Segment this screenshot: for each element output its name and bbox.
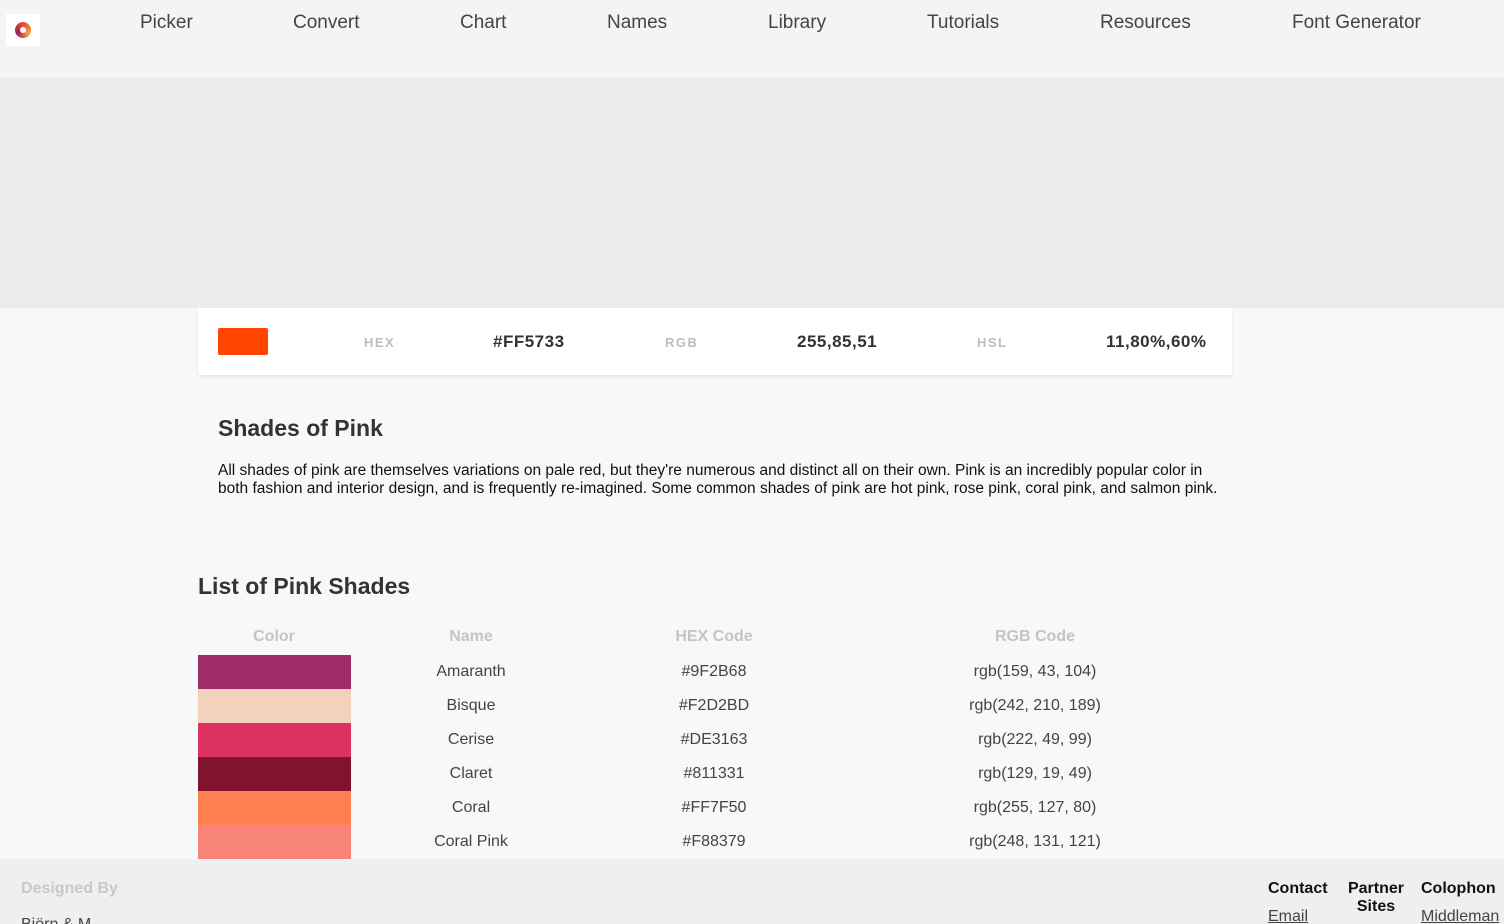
- shade-rgb: rgb(222, 49, 99): [978, 731, 1092, 748]
- hex-value: #FF5733: [493, 332, 565, 351]
- table-row[interactable]: Coral #FF7F50 rgb(255, 127, 80): [198, 791, 1198, 825]
- shade-hex: #DE3163: [680, 731, 748, 748]
- footer-email-link[interactable]: Email: [1268, 908, 1308, 924]
- nav-convert[interactable]: Convert: [293, 12, 360, 34]
- footer-partner-sites-heading: Partner Sites: [1347, 880, 1405, 915]
- shade-name: Coral Pink: [434, 833, 508, 850]
- color-swatch: [198, 689, 351, 723]
- shades-description: All shades of pink are themselves variat…: [218, 462, 1218, 497]
- shade-hex: #9F2B68: [681, 663, 747, 680]
- col-header-hex: HEX Code: [675, 628, 753, 645]
- shade-name: Claret: [449, 765, 493, 782]
- ad-banner: [0, 78, 1504, 308]
- designed-by-label: Designed By: [21, 880, 118, 897]
- table-row[interactable]: Cerise #DE3163 rgb(222, 49, 99): [198, 723, 1198, 757]
- logo-icon: [15, 22, 31, 38]
- footer-contact-heading: Contact: [1268, 880, 1328, 897]
- footer-middleman-link[interactable]: Middleman: [1421, 908, 1499, 924]
- shade-hex: #F2D2BD: [678, 697, 750, 714]
- shade-hex: #F88379: [682, 833, 746, 850]
- shades-list-heading: List of Pink Shades: [198, 573, 411, 599]
- color-swatch: [198, 723, 351, 757]
- nav-library[interactable]: Library: [768, 12, 826, 34]
- shade-hex: #FF7F50: [681, 799, 747, 816]
- shade-rgb: rgb(248, 131, 121): [969, 833, 1101, 850]
- rgb-value: 255,85,51: [797, 332, 878, 351]
- shades-heading: Shades of Pink: [218, 415, 383, 441]
- shade-rgb: rgb(255, 127, 80): [973, 799, 1097, 816]
- nav-font-generator[interactable]: Font Generator: [1292, 12, 1421, 34]
- nav-resources[interactable]: Resources: [1100, 12, 1191, 34]
- color-swatch: [198, 655, 351, 689]
- footer-colophon-heading: Colophon: [1421, 880, 1496, 897]
- site-logo[interactable]: [6, 14, 40, 46]
- table-row[interactable]: Amaranth #9F2B68 rgb(159, 43, 104): [198, 655, 1198, 689]
- color-swatch: [198, 757, 351, 791]
- rgb-label: RGB: [665, 335, 699, 350]
- col-header-name: Name: [449, 628, 493, 645]
- shade-name: Bisque: [446, 697, 496, 714]
- nav-names[interactable]: Names: [607, 12, 667, 34]
- nav-tutorials[interactable]: Tutorials: [927, 12, 999, 34]
- shade-name: Amaranth: [436, 663, 506, 680]
- color-swatch: [198, 791, 351, 825]
- top-navigation: Picker Convert Chart Names Library Tutor…: [0, 0, 1504, 78]
- designer-name[interactable]: Björn & M...: [21, 916, 105, 924]
- nav-picker[interactable]: Picker: [140, 12, 193, 34]
- shade-name: Cerise: [447, 731, 495, 748]
- shade-rgb: rgb(129, 19, 49): [978, 765, 1092, 782]
- site-footer: Designed By Björn & M... Contact Email P…: [0, 859, 1504, 924]
- hsl-value: 11,80%,60%: [1106, 332, 1207, 351]
- shade-rgb: rgb(159, 43, 104): [973, 663, 1097, 680]
- shade-rgb: rgb(242, 210, 189): [969, 697, 1101, 714]
- table-row[interactable]: Claret #811331 rgb(129, 19, 49): [198, 757, 1198, 791]
- color-swatch: [198, 825, 351, 859]
- col-header-color: Color: [253, 628, 295, 645]
- color-values-card: HEX #FF5733 RGB 255,85,51 HSL 11,80%,60%: [198, 308, 1232, 375]
- current-color-swatch: [218, 328, 268, 355]
- table-row[interactable]: Coral Pink #F88379 rgb(248, 131, 121): [198, 825, 1198, 859]
- hsl-label: HSL: [977, 335, 1008, 350]
- table-row[interactable]: Bisque #F2D2BD rgb(242, 210, 189): [198, 689, 1198, 723]
- hex-label: HEX: [364, 335, 396, 350]
- nav-chart[interactable]: Chart: [460, 12, 506, 34]
- shade-hex: #811331: [683, 765, 745, 782]
- shade-name: Coral: [451, 799, 491, 816]
- col-header-rgb: RGB Code: [995, 628, 1075, 645]
